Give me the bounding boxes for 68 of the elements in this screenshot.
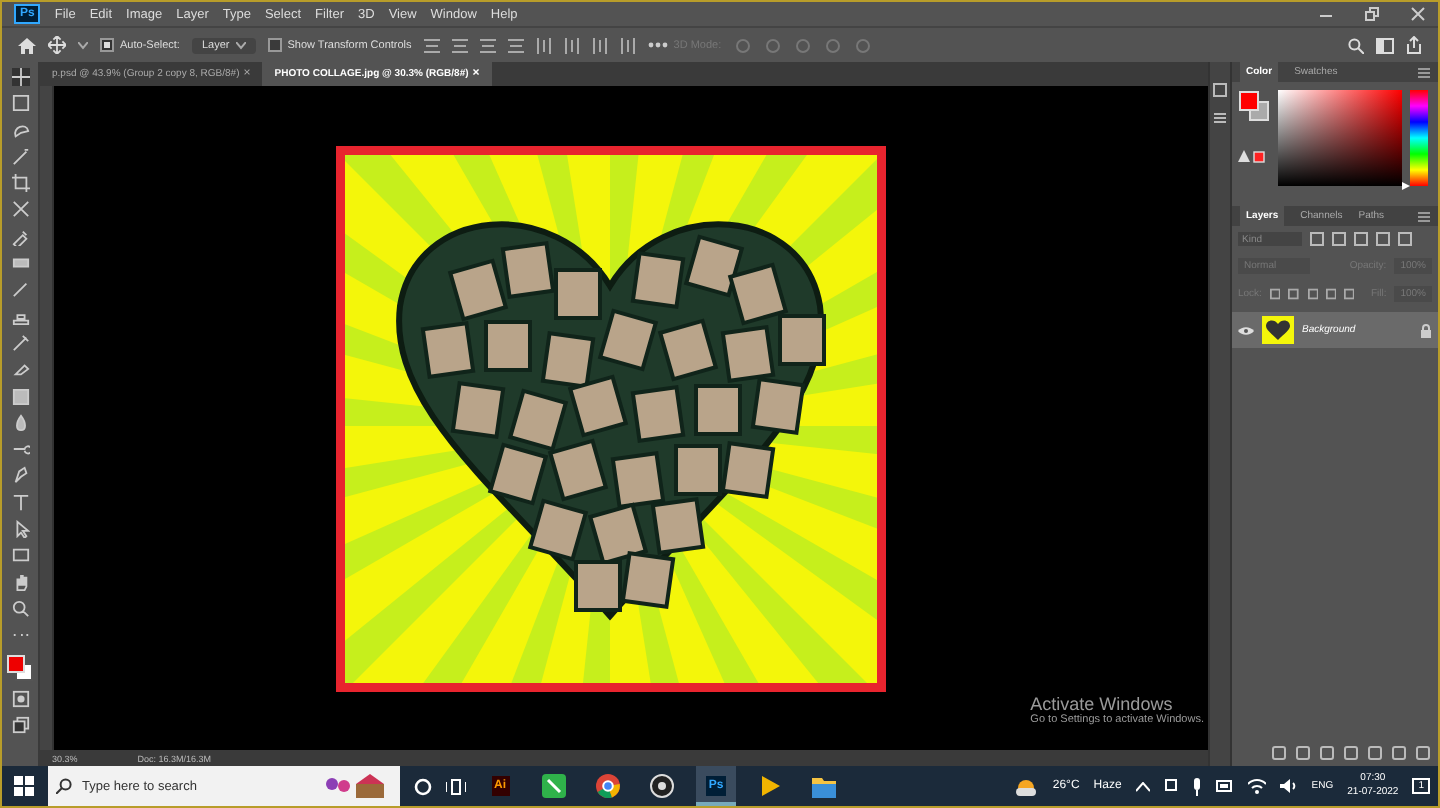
hue-slider-thumb[interactable] <box>1402 182 1410 190</box>
hand-tool-icon[interactable] <box>11 573 29 592</box>
chevron-up-icon[interactable] <box>1135 781 1150 791</box>
quick-mask-icon[interactable] <box>11 689 29 708</box>
pen-tool-icon[interactable] <box>11 466 29 485</box>
color-swatches-icon[interactable] <box>1238 90 1270 122</box>
panel-menu-icon[interactable] <box>1418 67 1430 77</box>
close-icon[interactable] <box>1410 6 1426 22</box>
battery-icon[interactable] <box>1215 780 1234 792</box>
windows-start-icon[interactable] <box>14 776 34 796</box>
move-tool-icon[interactable] <box>48 36 66 54</box>
gradient-tool-icon[interactable] <box>11 387 29 406</box>
lasso-tool-icon[interactable] <box>11 121 29 140</box>
align-icon[interactable] <box>479 37 496 53</box>
history-icon[interactable] <box>1212 82 1228 98</box>
play-icon <box>758 774 782 798</box>
crop-tool-icon[interactable] <box>11 174 29 193</box>
brush-tool-icon[interactable] <box>11 280 29 299</box>
move-tool-icon[interactable] <box>11 68 29 86</box>
type-tool-icon[interactable] <box>11 493 29 512</box>
zoom-tool-icon[interactable] <box>11 599 29 618</box>
eye-icon[interactable] <box>1238 325 1254 335</box>
gamut-warning-icon[interactable] <box>1238 150 1266 164</box>
history-brush-tool-icon[interactable] <box>11 333 29 352</box>
screen-mode-icon[interactable] <box>11 716 29 735</box>
network-icon[interactable] <box>1163 778 1178 794</box>
color-swatches-icon[interactable] <box>6 653 34 682</box>
eyedropper-tool-icon[interactable] <box>11 227 29 246</box>
align-icon[interactable] <box>591 37 608 53</box>
activation-title: Activate Windows <box>1030 694 1175 714</box>
eraser-tool-icon[interactable] <box>11 360 29 379</box>
frame-tool-icon[interactable] <box>11 200 29 219</box>
align-icon[interactable] <box>451 37 468 53</box>
rectangle-tool-icon[interactable] <box>11 546 29 565</box>
align-icon[interactable] <box>507 37 524 53</box>
home-icon[interactable] <box>18 37 36 53</box>
share-icon[interactable] <box>1406 36 1422 54</box>
more-icon[interactable] <box>647 42 668 48</box>
auto-select-checkbox[interactable] <box>100 38 114 52</box>
color-field[interactable] <box>1278 90 1402 186</box>
wifi-icon[interactable] <box>1247 778 1266 794</box>
app-icon <box>542 774 566 798</box>
caret-icon <box>235 41 246 49</box>
wand-tool-icon[interactable] <box>11 147 29 166</box>
search-icon[interactable] <box>1348 37 1364 53</box>
cortana-icon[interactable] <box>414 777 432 795</box>
marquee-tool-icon[interactable] <box>11 94 29 113</box>
caret-icon[interactable] <box>78 41 88 49</box>
arrow-tool-icon[interactable] <box>11 520 29 539</box>
blur-tool-icon[interactable] <box>11 413 29 432</box>
align-icon[interactable] <box>619 37 636 53</box>
align-icon[interactable] <box>423 37 440 53</box>
record-icon <box>650 774 674 798</box>
align-icon[interactable] <box>563 37 580 53</box>
weather-icon <box>1014 776 1039 796</box>
transform-checkbox[interactable] <box>267 38 282 52</box>
microphone-icon[interactable] <box>1191 777 1202 795</box>
search-icon <box>56 778 72 794</box>
layer-thumbnail <box>1262 316 1294 344</box>
workspace-icon[interactable] <box>1376 37 1394 53</box>
properties-icon[interactable] <box>1212 110 1228 126</box>
panel-menu-icon[interactable] <box>1418 211 1430 221</box>
browser-icon <box>596 774 620 798</box>
align-icon[interactable] <box>535 37 552 53</box>
folder-icon <box>812 775 836 797</box>
restore-icon[interactable] <box>1364 6 1380 22</box>
volume-icon[interactable] <box>1279 778 1298 794</box>
task-view-icon[interactable] <box>446 777 466 795</box>
